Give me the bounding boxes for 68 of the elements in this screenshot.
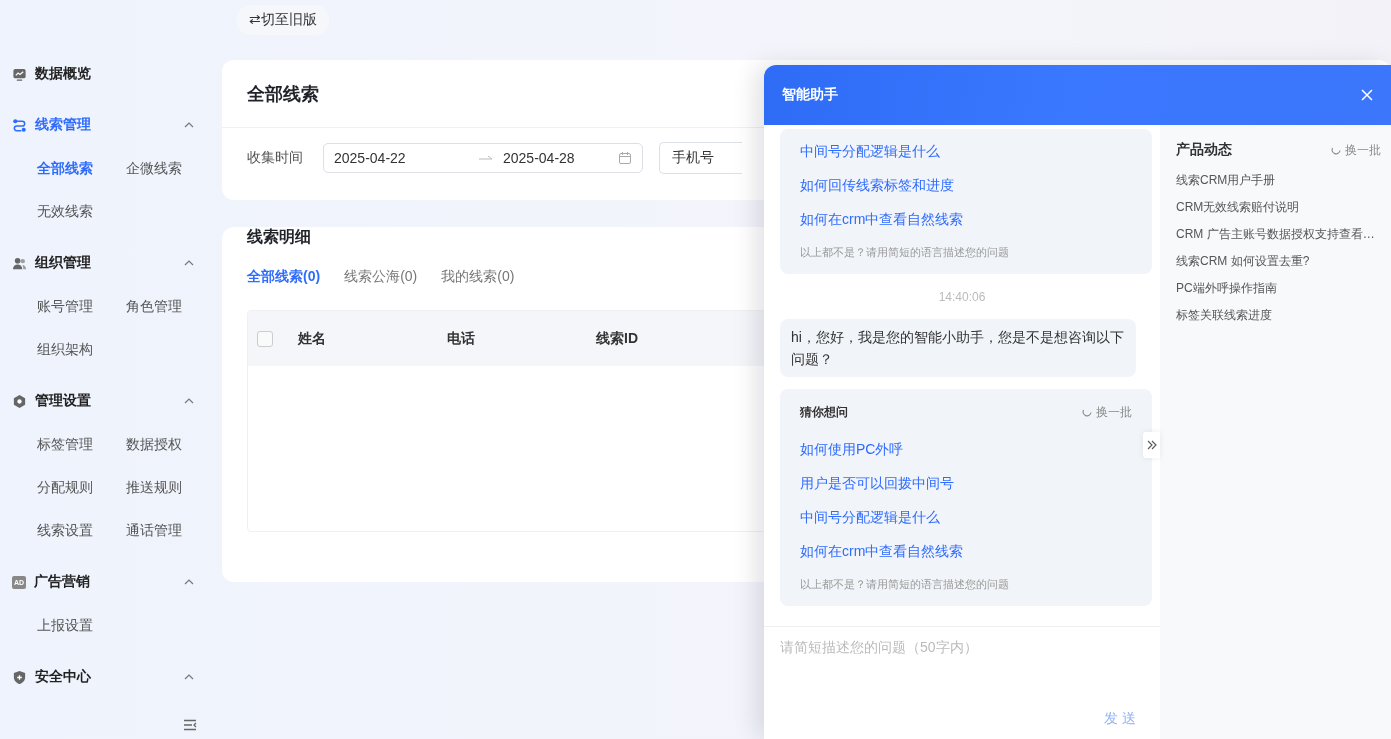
date-range-field[interactable]: 2025-04-22 2025-04-28 <box>323 143 643 173</box>
sidebar-group[interactable]: 数据概览 <box>0 52 222 96</box>
chart-icon <box>12 66 27 82</box>
news-link[interactable]: CRM 广告主账号数据授权支持查看… <box>1176 221 1381 248</box>
sidebar-group[interactable]: 安全中心 <box>0 655 222 699</box>
flow-icon <box>12 117 27 133</box>
calendar-icon <box>618 151 632 165</box>
news-link[interactable]: 线索CRM用户手册 <box>1176 167 1381 194</box>
news-link[interactable]: 线索CRM 如何设置去重? <box>1176 248 1381 275</box>
sidebar-item[interactable]: 组织架构 <box>37 328 126 371</box>
sidebar-item[interactable]: 通话管理 <box>126 509 215 552</box>
sidebar-item[interactable]: 分配规则 <box>37 466 126 509</box>
chevron-icon <box>184 122 194 128</box>
section-title: 线索明细 <box>247 227 311 247</box>
assistant-title: 智能助手 <box>782 86 838 104</box>
arrow-icon <box>479 155 493 161</box>
sidebar-item[interactable]: 角色管理 <box>126 285 215 328</box>
double-chevron-icon <box>1146 440 1157 450</box>
tab[interactable]: 线索公海(0) <box>344 268 418 286</box>
suggestion-link[interactable]: 用户是否可以回拨中间号 <box>800 467 1132 501</box>
timestamp: 14:40:06 <box>937 288 987 306</box>
people-icon <box>12 255 27 271</box>
sidebar-item[interactable]: 无效线索 <box>37 190 126 233</box>
chevron-icon <box>184 579 194 585</box>
expand-button[interactable] <box>1143 432 1160 458</box>
sidebar-item[interactable]: 企微线索 <box>126 147 215 190</box>
sidebar-group[interactable]: 管理设置 <box>0 379 222 423</box>
news-title: 产品动态 <box>1176 141 1232 159</box>
sidebar-group[interactable]: 组织管理 <box>0 241 222 285</box>
chevron-icon <box>184 674 194 680</box>
switch-version-button[interactable]: ⇄切至旧版 <box>237 5 329 35</box>
page-title: 全部线索 <box>247 82 319 106</box>
news-link[interactable]: CRM无效线索赔付说明 <box>1176 194 1381 221</box>
sidebar-item[interactable]: 上报设置 <box>37 604 126 647</box>
news-link[interactable]: 标签关联线索进度 <box>1176 302 1381 329</box>
sidebar-item[interactable]: 线索设置 <box>37 509 126 552</box>
suggestion-link[interactable]: 如何在crm中查看自然线索 <box>800 203 1132 237</box>
suggestion-title: 猜你想问 <box>800 403 848 421</box>
checkbox[interactable] <box>257 330 273 347</box>
collapse-menu-icon[interactable] <box>183 719 197 731</box>
suggestion-link[interactable]: 中间号分配逻辑是什么 <box>800 135 1132 169</box>
hexagon-icon <box>12 393 27 409</box>
suggestion-link[interactable]: 如何在crm中查看自然线索 <box>800 535 1132 569</box>
sidebar-item[interactable]: 账号管理 <box>37 285 126 328</box>
sidebar-group[interactable]: 线索管理 <box>0 103 222 147</box>
suggestion-link[interactable]: 如何回传线索标签和进度 <box>800 169 1132 203</box>
sidebar-item[interactable]: 全部线索 <box>37 147 126 190</box>
tab[interactable]: 我的线索(0) <box>441 268 515 286</box>
hint-text: 以上都不是？请用简短的语言描述您的问题 <box>800 245 1010 260</box>
column-header: 电话 <box>447 329 476 348</box>
shield-icon <box>12 669 27 685</box>
hint-text: 以上都不是？请用简短的语言描述您的问题 <box>800 577 1010 592</box>
chevron-icon <box>184 260 194 266</box>
type-select[interactable]: 手机号 <box>659 142 742 174</box>
message-bubble: hi，您好，我是您的智能小助手，您是不是想咨询以下问题？ <box>780 319 1136 377</box>
column-header: 姓名 <box>298 329 327 348</box>
column-header: 线索ID <box>596 329 639 348</box>
sidebar-item[interactable]: 数据授权 <box>126 423 215 466</box>
suggestion-link[interactable]: 如何使用PC外呼 <box>800 433 1132 467</box>
sidebar-item[interactable]: 推送规则 <box>126 466 215 509</box>
tab[interactable]: 全部线索(0) <box>247 268 321 286</box>
news-link[interactable]: PC端外呼操作指南 <box>1176 275 1381 302</box>
refresh-button[interactable]: 换一批 <box>1330 141 1381 159</box>
close-icon[interactable] <box>1361 89 1373 101</box>
suggestion-link[interactable]: 中间号分配逻辑是什么 <box>800 501 1132 535</box>
chevron-icon <box>184 398 194 404</box>
filter-label: 收集时间 <box>247 149 303 167</box>
sidebar-item[interactable]: 标签管理 <box>37 423 126 466</box>
